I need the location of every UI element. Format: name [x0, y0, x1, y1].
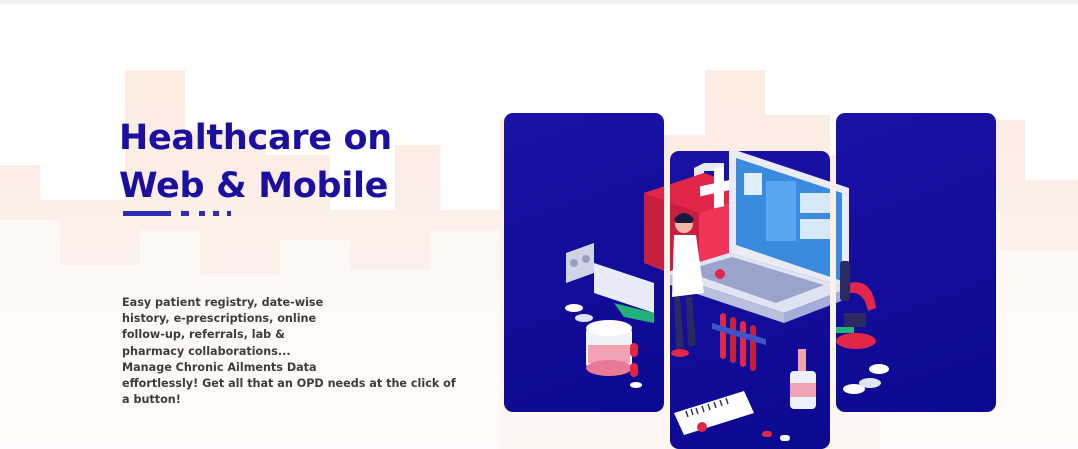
- pill-pack-icon: [565, 243, 654, 323]
- hero-title-line-2: Web & Mobile: [119, 166, 389, 206]
- description-line: pharmacy collaborations...: [122, 344, 291, 358]
- description-line: effortlessly! Get all that an OPD needs …: [122, 377, 456, 391]
- dropper-bottle-icon: [790, 349, 816, 409]
- barcode-card-icon: [674, 391, 790, 441]
- hero-description: Easy patient registry, date-wise history…: [122, 295, 456, 408]
- hero-title: Healthcare on Web & Mobile: [119, 114, 392, 210]
- top-strip: [0, 0, 1078, 4]
- description-line: Easy patient registry, date-wise: [122, 296, 324, 309]
- description-line: follow-up, referrals, lab &: [122, 328, 285, 342]
- test-tubes-icon: [712, 313, 766, 371]
- hero-title-line-1: Healthcare on: [119, 118, 392, 158]
- description-line: a button!: [122, 393, 181, 407]
- description-line: Manage Chronic Ailments Data: [122, 360, 317, 374]
- healthcare-illustration: [565, 148, 889, 441]
- microscope-icon: [834, 261, 876, 349]
- pill-bottle-icon: [586, 320, 642, 388]
- description-line: history, e-prescriptions, online: [122, 312, 317, 326]
- pills-icon: [843, 364, 889, 394]
